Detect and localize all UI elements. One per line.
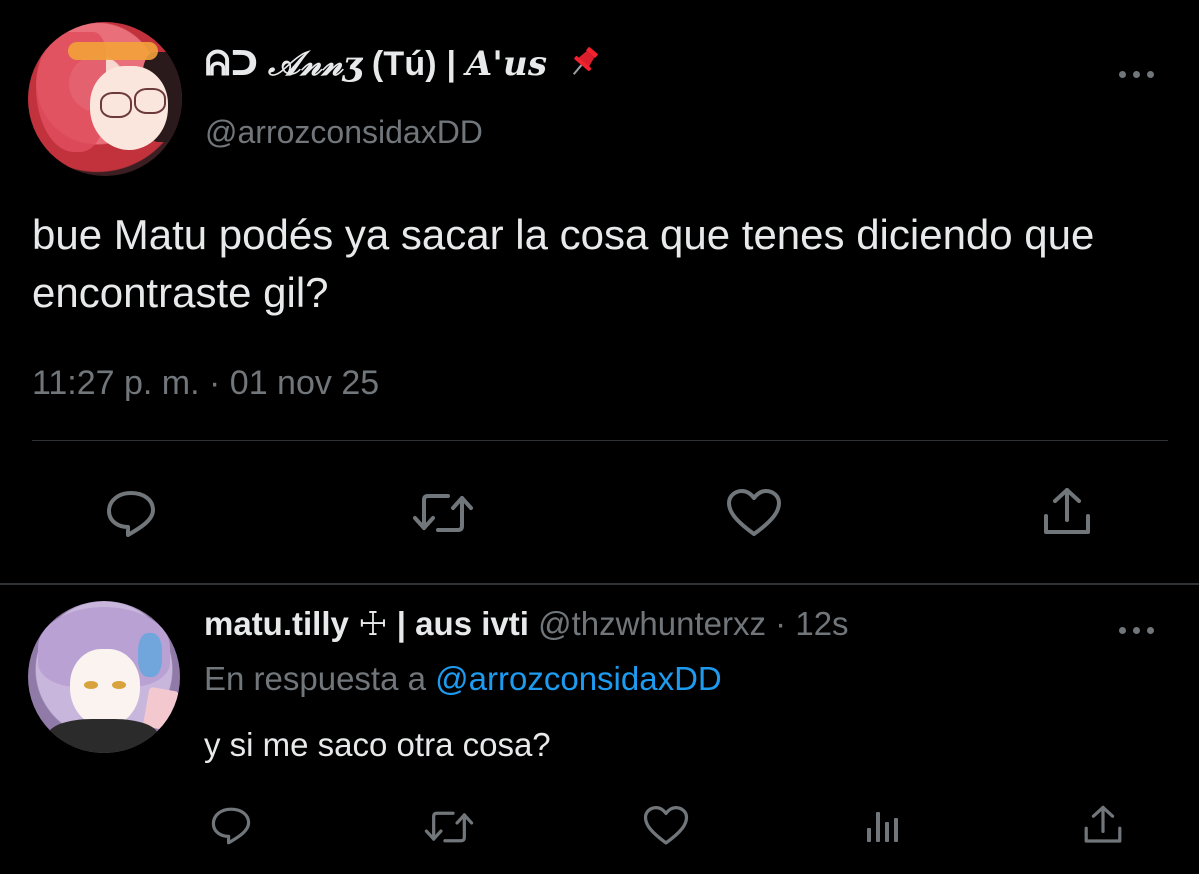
more-options-icon[interactable] bbox=[1117, 68, 1157, 80]
thread-separator bbox=[0, 583, 1199, 585]
reply-display-name[interactable]: matu.tilly ☩ | aus ivti bbox=[204, 605, 529, 642]
retweet-icon[interactable] bbox=[412, 490, 474, 536]
author-avatar[interactable] bbox=[28, 22, 182, 176]
reply-time[interactable]: · 12s bbox=[766, 605, 848, 642]
author-display-name[interactable]: ᕱᑐ 𝒜𝓃𝓃ʒ (Tú) | A'us bbox=[205, 44, 601, 84]
name-script: 𝒜𝓃𝓃ʒ bbox=[268, 44, 363, 84]
pushpin-icon bbox=[567, 45, 601, 79]
tweet-text: bue Matu podés ya sacar la cosa que tene… bbox=[32, 211, 1095, 316]
divider bbox=[32, 440, 1168, 441]
replying-to: En respuesta a @arrozconsidaxDD bbox=[204, 660, 722, 698]
replying-to-handle-link[interactable]: @arrozconsidaxDD bbox=[435, 660, 722, 697]
reply-share-icon[interactable] bbox=[1083, 804, 1123, 846]
reply-more-options-icon[interactable] bbox=[1117, 624, 1157, 636]
tweet-timestamp[interactable]: 11:27 p. m. · 01 nov 25 bbox=[32, 364, 379, 403]
reply-like-icon[interactable] bbox=[643, 806, 689, 847]
reply-handle[interactable]: @thzwhunterxz bbox=[538, 605, 766, 642]
replying-to-label: En respuesta a bbox=[204, 660, 436, 697]
name-rest: (Tú) | bbox=[362, 45, 466, 83]
name-prefix: ᕱᑐ bbox=[205, 45, 259, 83]
reply-author-avatar[interactable] bbox=[28, 601, 180, 753]
views-icon[interactable] bbox=[864, 806, 904, 846]
like-icon[interactable] bbox=[726, 489, 782, 539]
reply-header: matu.tilly ☩ | aus ivti @thzwhunterxz · … bbox=[204, 604, 849, 643]
reply-reply-icon[interactable] bbox=[209, 806, 253, 846]
reply-retweet-icon[interactable] bbox=[424, 808, 474, 846]
author-handle[interactable]: @arrozconsidaxDD bbox=[205, 114, 483, 151]
reply-text: y si me saco otra cosa? bbox=[204, 726, 551, 763]
name-aus: A'us bbox=[465, 44, 548, 84]
reply-icon[interactable] bbox=[104, 489, 158, 539]
share-icon[interactable] bbox=[1042, 486, 1092, 538]
